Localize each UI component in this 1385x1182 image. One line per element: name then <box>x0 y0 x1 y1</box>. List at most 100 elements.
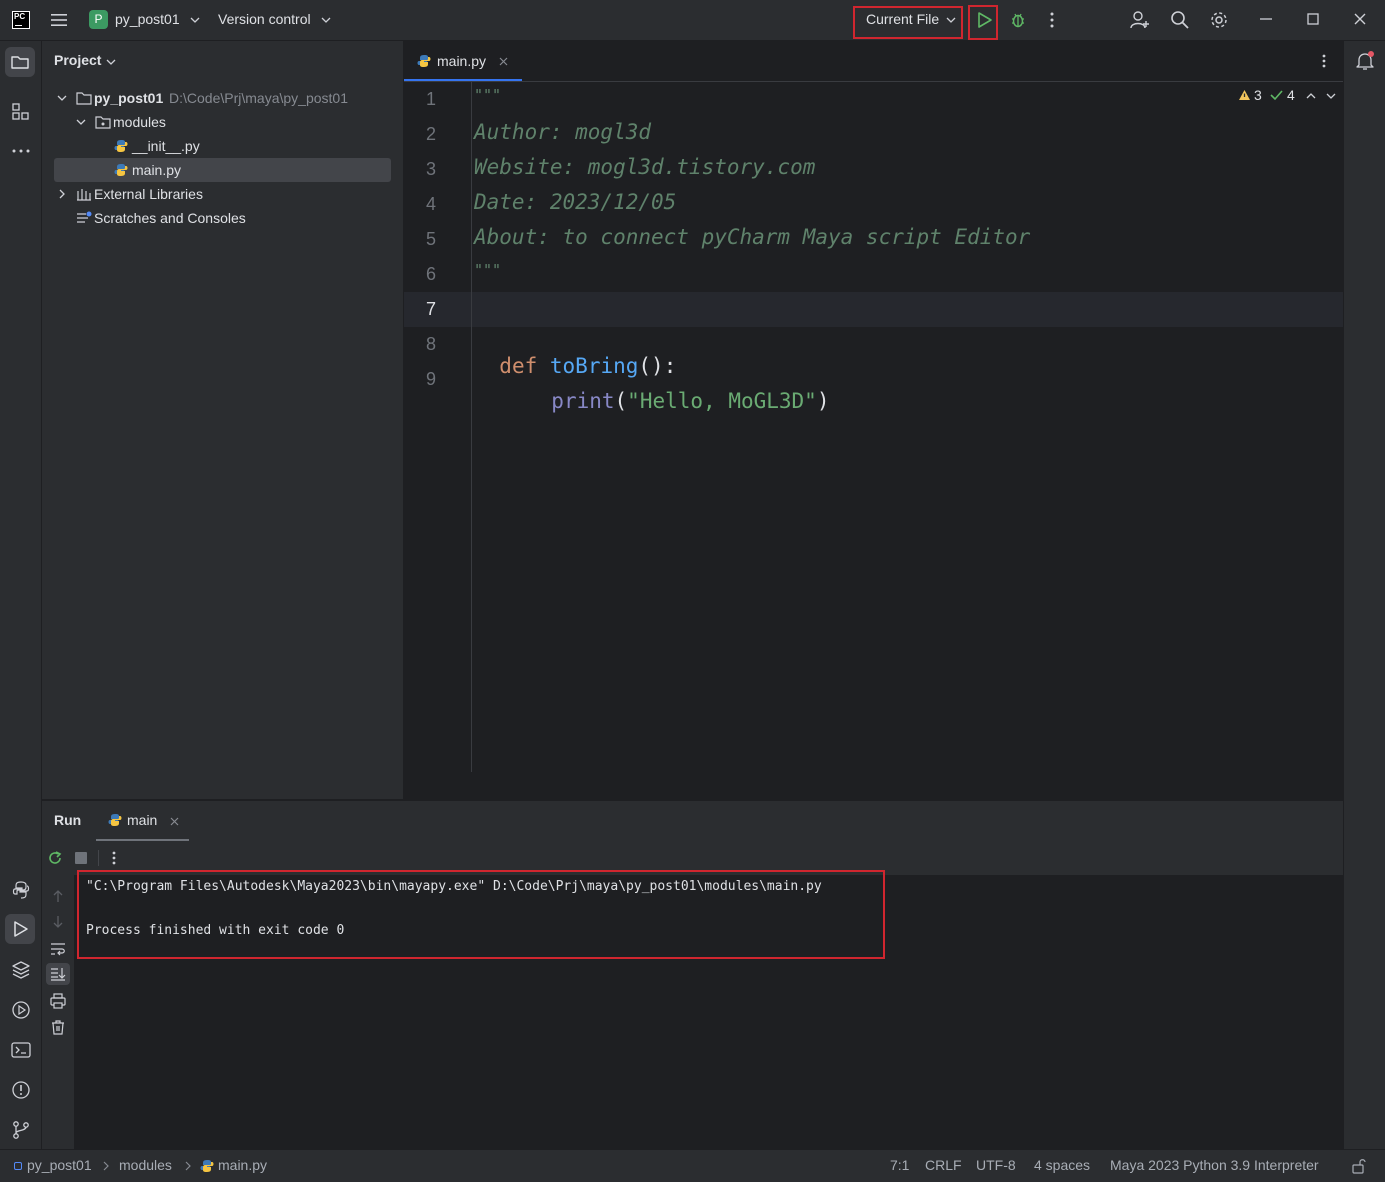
python-file-icon <box>114 164 128 176</box>
project-panel-title: Project <box>54 52 102 68</box>
code-line-2: Author: mogl3d <box>474 120 652 144</box>
app-logo-text: PC <box>14 12 26 21</box>
settings-button[interactable] <box>1209 10 1229 30</box>
clear-console-button[interactable] <box>50 1019 66 1035</box>
line-number: 7 <box>425 299 436 319</box>
minimize-button[interactable] <box>1258 11 1274 27</box>
caret-position[interactable]: 7:1 <box>890 1157 909 1173</box>
arrow-down-icon <box>53 916 63 928</box>
notifications-button[interactable] <box>1355 51 1375 71</box>
print-button[interactable] <box>50 993 66 1009</box>
debug-button[interactable] <box>1009 11 1027 29</box>
chevron-down-icon <box>190 17 200 23</box>
maximize-icon <box>1307 13 1319 25</box>
gear-icon <box>1211 12 1227 28</box>
tree-item-root[interactable]: py_post01 D:\Code\Prj\maya\py_post01 <box>54 86 394 110</box>
close-window-button[interactable] <box>1352 11 1368 27</box>
run-tab-label: main <box>127 812 158 828</box>
tree-item-scratches[interactable]: Scratches and Consoles <box>54 206 394 230</box>
tree-item-init-file[interactable]: __init__.py <box>54 134 394 158</box>
layers-icon <box>12 961 30 979</box>
app-logo: PC <box>12 11 30 29</box>
line-number: 6 <box>425 264 436 284</box>
chevron-down-icon[interactable] <box>57 93 67 103</box>
editor-tabs: main.py <box>404 41 1343 82</box>
read-only-toggle[interactable] <box>1352 1158 1366 1174</box>
file-encoding[interactable]: UTF-8 <box>976 1157 1016 1173</box>
tree-item-modules[interactable]: modules <box>54 110 394 134</box>
code-with-me-button[interactable] <box>1130 10 1150 30</box>
minimize-icon <box>1260 18 1272 20</box>
breadcrumb-project[interactable]: py_post01 <box>27 1157 92 1173</box>
bug-icon <box>1012 13 1024 28</box>
line-separator[interactable]: CRLF <box>925 1157 962 1173</box>
line-number: 9 <box>425 369 436 389</box>
editor-tabs-menu-button[interactable] <box>1318 53 1330 69</box>
left-tool-stripe <box>0 41 42 1149</box>
maximize-button[interactable] <box>1305 11 1321 27</box>
line-number: 2 <box>425 124 436 144</box>
close-icon[interactable] <box>170 817 179 826</box>
python-interpreter[interactable]: Maya 2023 Python 3.9 Interpreter <box>1110 1157 1319 1173</box>
scroll-to-end-button[interactable] <box>46 963 70 985</box>
more-tools-button[interactable] <box>11 143 31 159</box>
python-packages-button[interactable] <box>11 960 31 980</box>
rerun-button[interactable] <box>47 850 63 866</box>
line-number: 3 <box>425 159 436 179</box>
builtin-print: print <box>551 389 615 413</box>
string-literal: "Hello, MoGL3D" <box>627 389 817 413</box>
paren-close: ) <box>816 389 830 413</box>
soft-wrap-button[interactable] <box>50 941 66 957</box>
version-control-menu[interactable]: Version control <box>218 11 331 27</box>
project-panel-header[interactable]: Project <box>54 52 116 68</box>
run-panel-title: Run <box>54 812 82 828</box>
package-folder-icon <box>95 116 111 129</box>
search-button[interactable] <box>1170 10 1190 30</box>
indent-setting[interactable]: 4 spaces <box>1034 1157 1090 1173</box>
paren-open: ( <box>614 389 628 413</box>
structure-tool-button[interactable] <box>11 102 29 120</box>
scroll-down-button[interactable] <box>50 914 66 930</box>
code-line-3: Website: mogl3d.tistory.com <box>474 155 816 179</box>
python-console-button[interactable] <box>11 880 31 900</box>
chevron-down-icon <box>321 17 331 23</box>
chevron-down-icon[interactable] <box>1326 91 1336 101</box>
services-button[interactable] <box>11 1000 31 1020</box>
code-line-6: """ <box>474 261 502 279</box>
stop-button[interactable] <box>75 852 87 864</box>
run-more-button[interactable] <box>108 850 120 866</box>
main-menu-button[interactable] <box>50 11 68 29</box>
git-button[interactable] <box>11 1120 31 1140</box>
title-bar: PC P py_post01 Version control Current F… <box>0 0 1385 41</box>
structure-icon <box>12 103 29 120</box>
run-tool-button[interactable] <box>5 914 35 944</box>
tree-folder-name: modules <box>113 114 166 130</box>
git-branch-icon <box>13 1121 29 1139</box>
line-number: 8 <box>425 334 436 354</box>
problems-button[interactable] <box>11 1080 31 1100</box>
more-actions-button[interactable] <box>1045 11 1059 29</box>
services-icon <box>12 1001 30 1019</box>
more-vertical-icon <box>112 851 116 865</box>
highlight-box-console <box>77 870 885 959</box>
current-line-highlight <box>404 292 1343 327</box>
project-panel: Project py_post01 D:\Code\Prj\maya\py_po… <box>42 41 404 799</box>
run-tab-main[interactable]: main <box>96 801 189 841</box>
tree-item-main-file[interactable]: main.py <box>54 158 391 182</box>
bell-icon <box>1356 51 1374 70</box>
python-file-icon <box>108 814 122 826</box>
close-icon[interactable] <box>499 57 508 66</box>
terminal-button[interactable] <box>11 1040 31 1060</box>
chevron-right-icon[interactable] <box>57 189 67 199</box>
more-vertical-icon <box>1322 54 1326 68</box>
chevron-up-icon[interactable] <box>1306 91 1316 101</box>
check-icon <box>1270 90 1283 101</box>
project-tool-button[interactable] <box>5 47 35 77</box>
folder-icon <box>11 56 29 69</box>
tab-main-py[interactable]: main.py <box>404 41 522 81</box>
tree-item-external-libraries[interactable]: External Libraries <box>54 182 394 206</box>
breadcrumb-file[interactable]: main.py <box>218 1157 267 1173</box>
scroll-up-button[interactable] <box>50 888 66 904</box>
chevron-down-icon[interactable] <box>76 117 86 127</box>
breadcrumb-folder[interactable]: modules <box>119 1157 172 1173</box>
